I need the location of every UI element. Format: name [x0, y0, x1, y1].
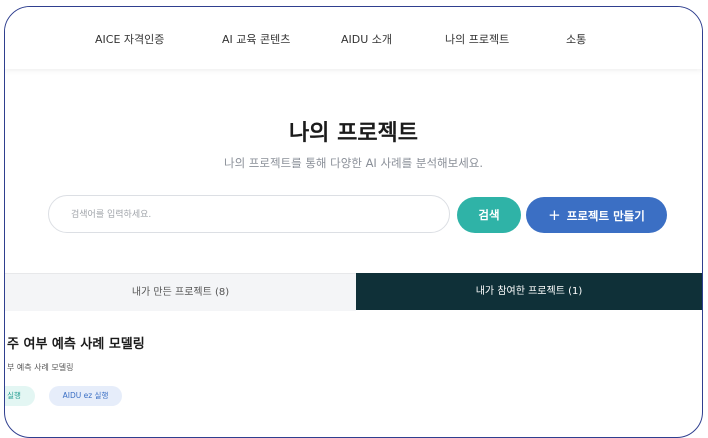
project-tag-chip: AIDU ez 실행 — [49, 386, 122, 406]
app-frame: AICE 자격인증 AI 교육 콘텐츠 AIDU 소개 나의 프로젝트 소통 나… — [4, 6, 703, 438]
plus-icon: + — [548, 206, 561, 224]
project-tag-chip: 실행 — [5, 386, 35, 406]
tab-my-joined-projects[interactable]: 내가 참여한 프로젝트 (1) — [356, 273, 702, 310]
nav-item-ai-education-content[interactable]: AI 교육 콘텐츠 — [222, 31, 290, 47]
nav-item-my-projects[interactable]: 나의 프로젝트 — [445, 31, 509, 47]
search-input[interactable] — [69, 196, 433, 234]
top-navigation: AICE 자격인증 AI 교육 콘텐츠 AIDU 소개 나의 프로젝트 소통 — [5, 7, 702, 69]
nav-item-aice-certification[interactable]: AICE 자격인증 — [95, 31, 164, 47]
tab-my-created-projects[interactable]: 내가 만든 프로젝트 (8) — [5, 273, 356, 311]
nav-item-community[interactable]: 소통 — [566, 31, 586, 47]
nav-item-aidu-intro[interactable]: AIDU 소개 — [341, 31, 392, 47]
page-subtitle: 나의 프로젝트를 통해 다양한 AI 사례를 분석해보세요. — [223, 156, 484, 170]
project-card-description: 부 예측 사례 모델링 — [7, 363, 74, 372]
create-project-button[interactable]: + 프로젝트 만들기 — [526, 197, 667, 233]
create-project-label: 프로젝트 만들기 — [566, 209, 645, 223]
search-box — [48, 195, 450, 234]
search-button[interactable]: 검색 — [457, 197, 521, 233]
project-card-title[interactable]: 주 여부 예측 사례 모델링 — [7, 333, 145, 352]
page-title: 나의 프로젝트 — [288, 121, 419, 146]
